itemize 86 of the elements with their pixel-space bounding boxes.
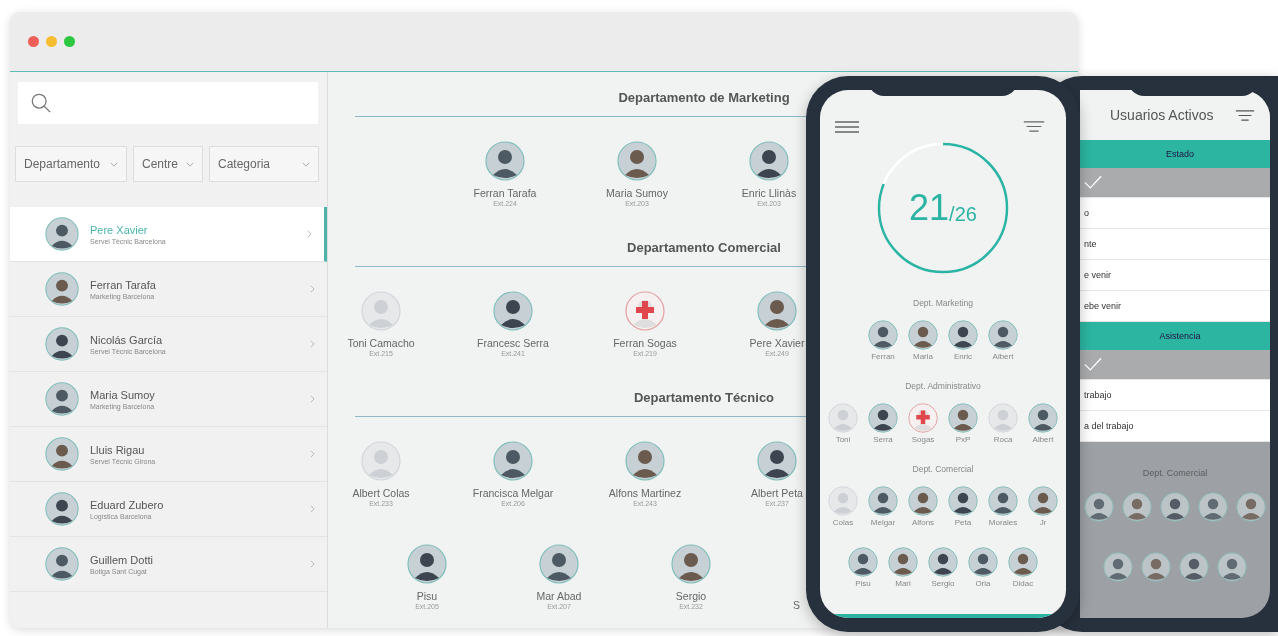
filter-option[interactable]: nte bbox=[1080, 229, 1270, 260]
present-count: 21 bbox=[909, 187, 950, 229]
chevron-icon bbox=[310, 450, 315, 458]
person-name: Pisu bbox=[416, 590, 438, 602]
group-title: Dept. Comercial bbox=[1142, 468, 1208, 478]
employee-name: Maria Sumoy bbox=[90, 388, 156, 401]
filter-option[interactable]: trabajo bbox=[1080, 380, 1270, 411]
person-name: Serra bbox=[873, 435, 893, 444]
person-name: Colas bbox=[832, 518, 854, 527]
window-control-dot[interactable] bbox=[28, 36, 39, 47]
person-name: Pere Xavier bbox=[749, 337, 805, 349]
person-name: Francesc Serra bbox=[477, 337, 549, 349]
department-heading: Departamento Comercial bbox=[626, 239, 782, 257]
group-title: Dept. Administrativo bbox=[905, 381, 981, 391]
person-name: Sergio bbox=[675, 590, 707, 602]
filter-option[interactable]: e venir bbox=[1080, 260, 1270, 291]
person-name: Albert Peta bbox=[751, 487, 803, 499]
caret-icon bbox=[110, 161, 118, 167]
person-name: Enric bbox=[953, 352, 973, 361]
filter-dropdown[interactable]: Categoria bbox=[209, 146, 319, 182]
person-name: Morales bbox=[988, 518, 1018, 527]
department-heading: Departamento Técnico bbox=[632, 389, 776, 407]
person-name: Toni bbox=[835, 435, 851, 444]
section-header: Asistencia bbox=[1080, 322, 1270, 350]
window-control-dot[interactable] bbox=[46, 36, 57, 47]
person-name: Jr bbox=[1039, 518, 1047, 527]
person-name: Mari bbox=[895, 579, 911, 588]
person-name: PxP bbox=[955, 435, 971, 444]
chevron-icon bbox=[310, 340, 315, 348]
person-name: S bbox=[793, 599, 800, 611]
person-name: Melgar bbox=[870, 518, 896, 527]
chevron-icon bbox=[310, 285, 315, 293]
section-header: Estado bbox=[1080, 140, 1270, 168]
person-name: Alfons bbox=[911, 518, 935, 527]
person-name: Pisu bbox=[855, 579, 871, 588]
employee-name: Pere Xavier bbox=[90, 223, 149, 236]
filter-dropdown[interactable]: Centre bbox=[133, 146, 203, 182]
employee-name: Eduard Zubero bbox=[90, 498, 165, 511]
caret-icon bbox=[302, 161, 310, 167]
filter-dropdown[interactable]: Departamento bbox=[15, 146, 127, 182]
person-name: Maria Sumoy bbox=[606, 187, 668, 199]
filter-option[interactable]: a del trabajo bbox=[1080, 411, 1270, 442]
filter-option[interactable] bbox=[1080, 168, 1270, 198]
person-name: Ferran Tarafa bbox=[473, 187, 537, 199]
employee-name: Ferran Tarafa bbox=[90, 278, 157, 291]
employee-name: Nicolás García bbox=[90, 333, 164, 346]
chevron-icon bbox=[307, 230, 312, 238]
employee-name: Guillem Dotti bbox=[90, 553, 154, 566]
person-name: Albert bbox=[992, 352, 1014, 361]
person-name: Roca bbox=[993, 435, 1013, 444]
person-name: Oria bbox=[975, 579, 991, 588]
person-name: Albert Colas bbox=[352, 487, 410, 499]
person-name: Ferran bbox=[871, 352, 895, 361]
employee-name: Lluis Rigau bbox=[90, 443, 146, 456]
check-icon bbox=[1084, 357, 1102, 372]
chevron-icon bbox=[310, 395, 315, 403]
department-heading: Departamento de Marketing bbox=[617, 89, 791, 107]
person-name: Sogas bbox=[911, 435, 935, 444]
total-count: /26 bbox=[949, 202, 977, 226]
filter-option[interactable] bbox=[1080, 350, 1270, 380]
person-name: Maria bbox=[913, 352, 933, 361]
check-icon bbox=[1084, 175, 1102, 190]
person-name: Francisca Melgar bbox=[472, 487, 554, 499]
filter-option[interactable]: ebe venir bbox=[1080, 291, 1270, 322]
caret-icon bbox=[186, 161, 194, 167]
search-icon bbox=[30, 92, 52, 114]
person-name: Albert bbox=[1032, 435, 1054, 444]
menu-icon[interactable] bbox=[834, 120, 860, 134]
person-name: Didac bbox=[1012, 579, 1034, 588]
person-name: Alfons Martinez bbox=[608, 487, 682, 499]
person-name: Toni Camacho bbox=[347, 337, 415, 349]
filter-icon[interactable] bbox=[1234, 108, 1256, 122]
person-name: Sergio bbox=[931, 579, 955, 588]
person-name: Ferran Sogas bbox=[613, 337, 677, 349]
person-name: Mar Abad bbox=[536, 590, 582, 602]
window-control-dot[interactable] bbox=[64, 36, 75, 47]
group-title: Dept. Marketing bbox=[913, 298, 973, 308]
chevron-icon bbox=[310, 505, 315, 513]
screen-title: Usuarios Activos bbox=[1110, 107, 1214, 123]
group-title: Dept. Comercial bbox=[912, 464, 974, 474]
chevron-icon bbox=[310, 560, 315, 568]
filter-option[interactable]: o bbox=[1080, 198, 1270, 229]
person-name: Enric Llinàs bbox=[741, 187, 797, 199]
filter-icon[interactable] bbox=[1022, 120, 1046, 133]
person-name: Peta bbox=[954, 518, 972, 527]
search-field[interactable] bbox=[18, 82, 318, 124]
